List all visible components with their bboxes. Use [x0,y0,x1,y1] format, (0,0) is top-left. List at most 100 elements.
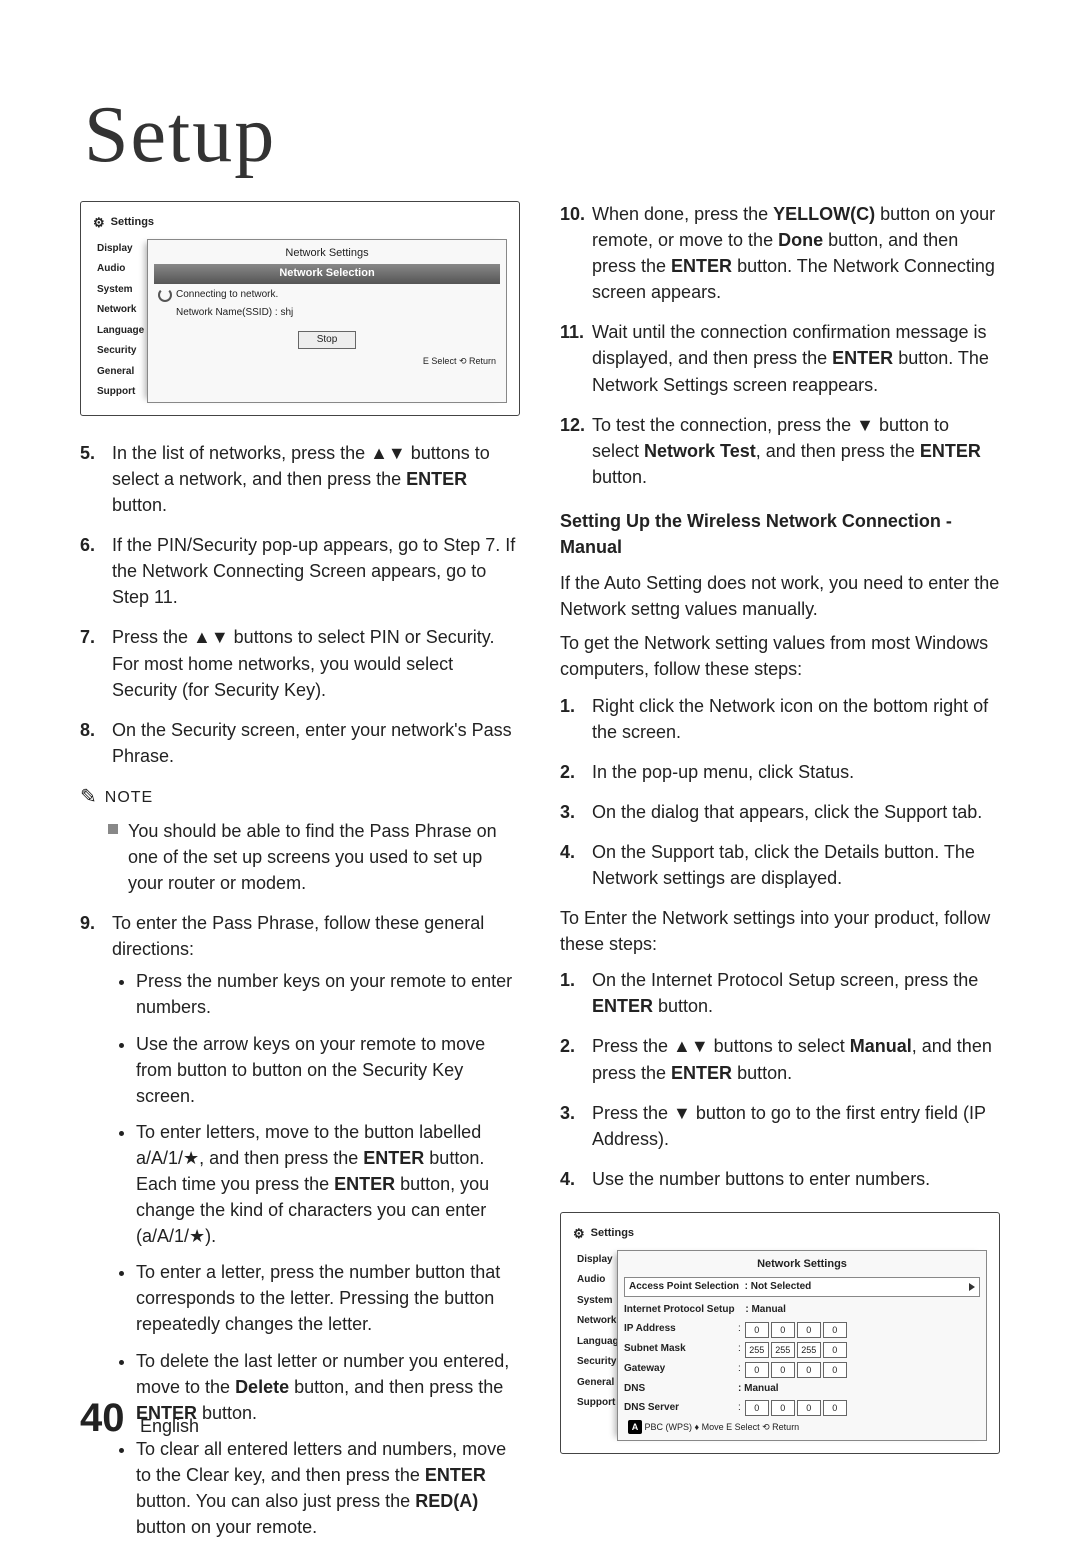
ip-octet[interactable]: 0 [771,1322,795,1338]
ip-octet[interactable]: 0 [823,1322,847,1338]
step-text: Use the number buttons to enter numbers. [592,1166,1000,1192]
sidebar-item[interactable]: Support [93,382,151,403]
step-number: 3. [560,799,592,825]
step-number: 6. [80,532,112,610]
sidebar-item[interactable]: Language [93,321,151,342]
ip-octet[interactable]: 0 [797,1322,821,1338]
page-title: Setup [84,90,1000,181]
settings-sidebar: Display Audio System Network Language Se… [573,1250,621,1441]
sidebar-item[interactable]: System [573,1291,621,1312]
sidebar-item[interactable]: Security [93,341,151,362]
ip-octet[interactable]: 0 [745,1362,769,1378]
sidebar-item[interactable]: Security [573,1352,621,1373]
bullet-item: To delete the last letter or number you … [136,1348,520,1426]
settings-label: Settings [111,215,154,231]
panel-title: Network Settings [624,1255,980,1275]
note-icon: ✎ [80,783,97,812]
subnet-label: Subnet Mask [624,1342,734,1357]
ip-octet[interactable]: 0 [823,1362,847,1378]
step-text: Wait until the connection confirmation m… [592,319,1000,397]
ip-octet[interactable]: 0 [745,1322,769,1338]
red-a-icon: A [628,1420,642,1434]
right-column: 10. When done, press the YELLOW(C) butto… [560,201,1000,1564]
dns-label: DNS [624,1382,734,1397]
step-text: Right click the Network icon on the bott… [592,693,1000,745]
sidebar-item[interactable]: Network [573,1311,621,1332]
step-number: 2. [560,759,592,785]
bullet-item: Press the number keys on your remote to … [136,968,520,1020]
bullet-item: To clear all entered letters and numbers… [136,1436,520,1540]
ip-octet[interactable]: 0 [797,1362,821,1378]
section-heading: Setting Up the Wireless Network Connecti… [560,508,1000,560]
ip-octet[interactable]: 0 [823,1342,847,1358]
step-number: 7. [80,624,112,702]
ip-octet[interactable]: 255 [797,1342,821,1358]
ip-octet[interactable]: 0 [797,1400,821,1416]
step-text: In the pop-up menu, click Status. [592,759,1000,785]
chevron-right-icon [969,1283,975,1291]
step-number: 1. [560,693,592,745]
ip-octet[interactable]: 0 [823,1400,847,1416]
step-number: 4. [560,1166,592,1192]
sidebar-item[interactable]: Display [93,239,151,260]
bullet-item: Use the arrow keys on your remote to mov… [136,1031,520,1109]
ssid-text: Network Name(SSID) : shj [176,306,293,321]
sidebar-item[interactable]: General [573,1373,621,1394]
spinner-icon [158,288,172,302]
step-text: On the dialog that appears, click the Su… [592,799,1000,825]
step-text: On the Support tab, click the Details bu… [592,839,1000,891]
step-text: Press the ▲▼ buttons to select PIN or Se… [112,624,520,702]
step-text: To enter the Pass Phrase, follow these g… [112,910,520,1550]
connecting-text: Connecting to network. [176,288,278,303]
step-text: If the PIN/Security pop-up appears, go t… [112,532,520,610]
left-column: ⚙ Settings Display Audio System Network … [80,201,520,1564]
ip-octet[interactable]: 255 [745,1342,769,1358]
bullet-item: To enter letters, move to the button lab… [136,1119,520,1249]
ip-octet[interactable]: 0 [771,1400,795,1416]
sidebar-item[interactable]: Support [573,1393,621,1414]
step-number: 12. [560,412,592,490]
note-body: You should be able to find the Pass Phra… [108,818,520,896]
ip-address-label: IP Address [624,1322,734,1337]
step-text: When done, press the YELLOW(C) button on… [592,201,1000,305]
ip-octet[interactable]: 0 [745,1400,769,1416]
ips-value: : Manual [745,1303,786,1318]
settings-panel: Network Settings Access Point Selection … [617,1250,987,1441]
paragraph: If the Auto Setting does not work, you n… [560,570,1000,622]
page-language: English [140,1416,199,1437]
note-text: You should be able to find the Pass Phra… [128,818,520,896]
sidebar-item[interactable]: Display [573,1250,621,1271]
step-number: 5. [80,440,112,518]
bullet-item: To enter a letter, press the number butt… [136,1259,520,1337]
step-number: 11. [560,319,592,397]
dns-server-label: DNS Server [624,1401,734,1416]
dns-value: : Manual [738,1382,779,1397]
ip-octet[interactable]: 255 [771,1342,795,1358]
settings-label: Settings [591,1226,634,1242]
sidebar-item[interactable]: Language [573,1332,621,1353]
sidebar-item[interactable]: General [93,362,151,383]
step-number: 4. [560,839,592,891]
step-text: On the Internet Protocol Setup screen, p… [592,967,1000,1019]
ip-octet[interactable]: 0 [771,1362,795,1378]
paragraph: To get the Network setting values from m… [560,630,1000,682]
panel-footer: A PBC (WPS) ♦ Move E Select ⟲ Return [624,1418,980,1434]
settings-panel: Network Settings Network Selection Conne… [147,239,507,403]
panel-title: Network Settings [154,244,500,264]
gateway-label: Gateway [624,1362,734,1377]
sidebar-item[interactable]: Audio [93,259,151,280]
step-text: Press the ▲▼ buttons to select Manual, a… [592,1033,1000,1085]
panel-footer: E Select ⟲ Return [154,353,500,368]
sidebar-item[interactable]: Network [93,300,151,321]
step-text: On the Security screen, enter your netwo… [112,717,520,769]
panel-subtitle: Network Selection [154,264,500,284]
screenshot-network-manual: ⚙ Settings Display Audio System Network … [560,1212,1000,1454]
access-point-row[interactable]: Access Point Selection : Not Selected [624,1277,980,1298]
step-text: To test the connection, press the ▼ butt… [592,412,1000,490]
sidebar-item[interactable]: Audio [573,1270,621,1291]
step9-intro: To enter the Pass Phrase, follow these g… [112,913,484,959]
settings-sidebar: Display Audio System Network Language Se… [93,239,151,403]
sidebar-item[interactable]: System [93,280,151,301]
stop-button[interactable]: Stop [298,331,357,350]
gear-icon: ⚙ [93,214,105,233]
